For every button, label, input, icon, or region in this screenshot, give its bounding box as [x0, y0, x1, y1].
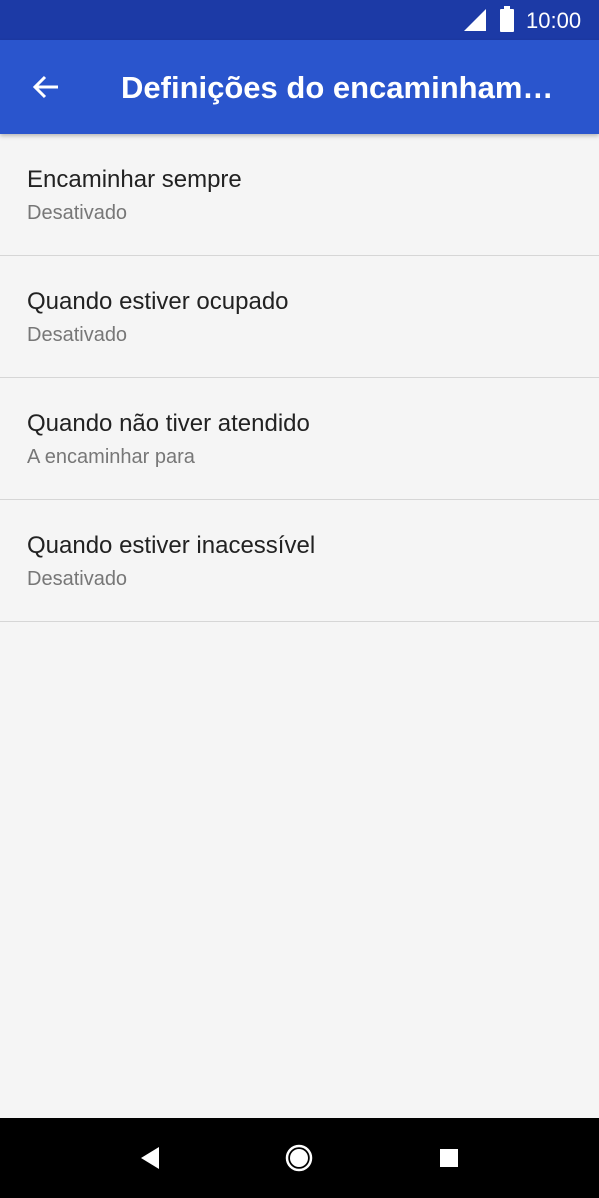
status-clock: 10:00 [526, 8, 582, 33]
option-label: Quando estiver inacessível [27, 532, 316, 559]
option-status: Desativado [27, 202, 128, 224]
forwarding-option-busy[interactable]: Quando estiver ocupado Desativado [0, 256, 599, 378]
navigation-bar [0, 1118, 599, 1198]
arrow-back-icon [32, 75, 58, 99]
option-label: Encaminhar sempre [27, 166, 242, 193]
battery-icon [500, 6, 514, 32]
nav-home-button[interactable] [279, 1138, 319, 1178]
forwarding-option-unreachable[interactable]: Quando estiver inacessível Desativado [0, 500, 599, 622]
signal-icon [464, 9, 486, 31]
forwarding-option-unanswered[interactable]: Quando não tiver atendido A encaminhar p… [0, 378, 599, 500]
nav-recents-button[interactable] [429, 1138, 469, 1178]
recents-square-icon [440, 1149, 458, 1167]
home-circle-icon [285, 1144, 313, 1172]
option-status: Desativado [27, 568, 128, 590]
app-bar: Definições do encaminham… [0, 40, 599, 134]
option-status: Desativado [27, 324, 128, 346]
back-triangle-icon [141, 1147, 159, 1169]
option-status: A encaminhar para [27, 446, 195, 468]
back-button[interactable] [22, 63, 70, 111]
nav-back-button[interactable] [130, 1138, 170, 1178]
option-label: Quando estiver ocupado [27, 288, 289, 315]
page-title: Definições do encaminham… [121, 70, 554, 105]
forwarding-option-always[interactable]: Encaminhar sempre Desativado [0, 134, 599, 256]
option-label: Quando não tiver atendido [27, 410, 310, 437]
forwarding-options-list: Encaminhar sempre Desativado Quando esti… [0, 134, 599, 622]
status-bar: 10:00 [0, 0, 599, 40]
